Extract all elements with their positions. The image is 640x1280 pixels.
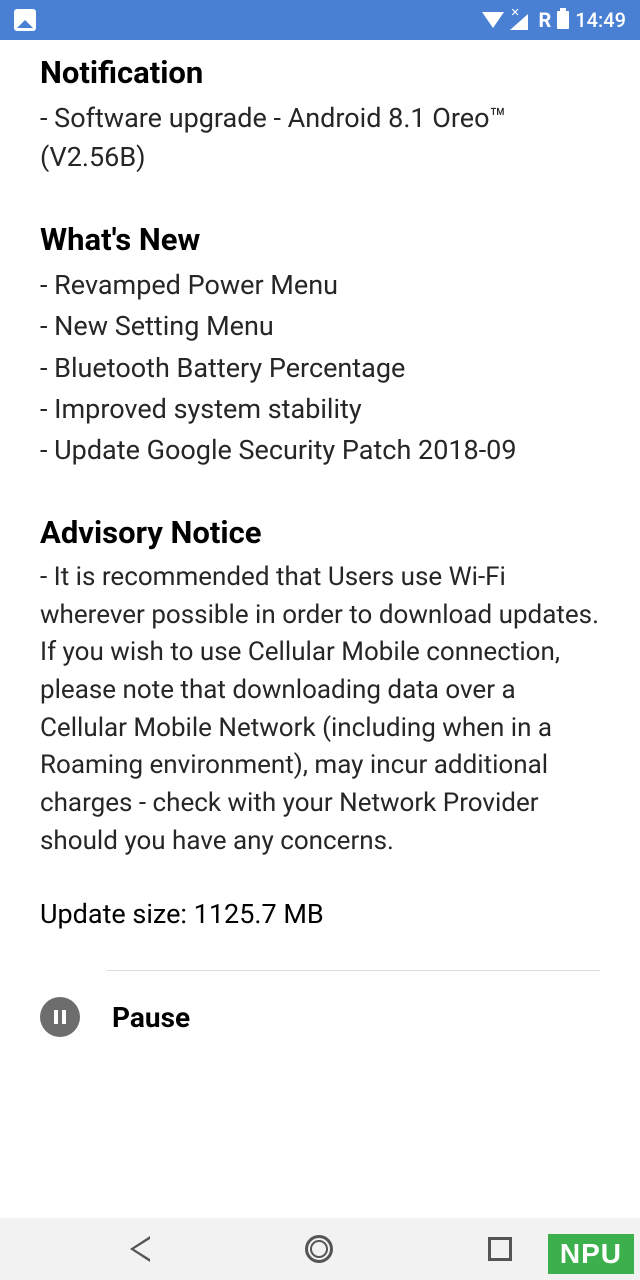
whats-new-item: - Update Google Security Patch 2018-09 [40, 431, 600, 470]
whats-new-item: - Bluetooth Battery Percentage [40, 349, 600, 388]
whats-new-item: - Improved system stability [40, 390, 600, 429]
whats-new-section: What's New - Revamped Power Menu - New S… [40, 221, 600, 470]
roaming-indicator: R [538, 8, 551, 32]
update-size: Update size: 1125.7 MB [40, 898, 600, 930]
update-content[interactable]: Notification - Software upgrade - Androi… [0, 40, 640, 1063]
signal-icon: ✕ [510, 10, 532, 30]
notification-section: Notification - Software upgrade - Androi… [40, 54, 600, 177]
whats-new-title: What's New [40, 221, 600, 258]
pause-label: Pause [112, 1001, 190, 1034]
back-button[interactable] [128, 1235, 150, 1263]
photos-notification-icon [14, 9, 36, 31]
home-button[interactable] [305, 1235, 333, 1263]
notification-text: - Software upgrade - Android 8.1 Oreo™ (… [40, 99, 600, 177]
navigation-bar [0, 1218, 640, 1280]
pause-icon [40, 997, 80, 1037]
advisory-title: Advisory Notice [40, 514, 600, 551]
wifi-icon [482, 12, 504, 28]
npu-watermark: NPU [548, 1234, 634, 1274]
whats-new-item: - New Setting Menu [40, 307, 600, 346]
advisory-section: Advisory Notice - It is recommended that… [40, 514, 600, 861]
clock-time: 14:49 [575, 8, 626, 32]
battery-icon [557, 11, 569, 29]
recent-apps-button[interactable] [488, 1237, 512, 1261]
pause-button[interactable]: Pause [40, 971, 600, 1063]
status-bar: ✕ R 14:49 [0, 0, 640, 40]
advisory-text: - It is recommended that Users use Wi-Fi… [40, 559, 600, 861]
whats-new-item: - Revamped Power Menu [40, 266, 600, 305]
status-left [14, 9, 36, 31]
status-right: ✕ R 14:49 [482, 8, 626, 32]
notification-title: Notification [40, 54, 600, 91]
